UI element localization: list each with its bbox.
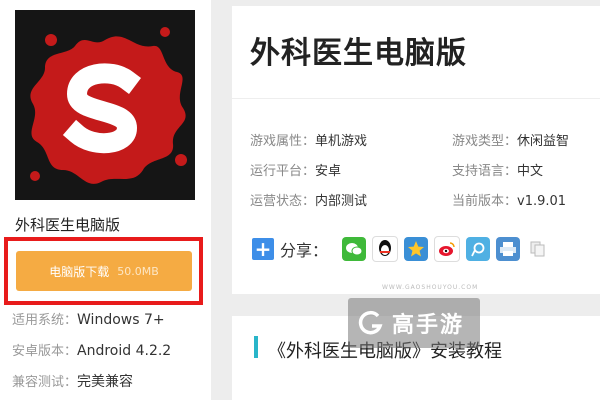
spec-row-system: 适用系统：Windows 7+ [12,309,165,328]
site-watermark: 高手游 [348,298,480,348]
spec-key: 安卓版本： [12,344,78,359]
attr-value: v1.9.01 [517,194,567,209]
attr-key: 当前版本： [452,194,518,209]
blood-splat-s-logo [15,10,195,200]
attr-value[interactable]: 休闲益智 [517,134,569,149]
attr-value: 内部测试 [315,194,368,209]
qq-icon[interactable] [372,236,399,262]
attr-value: 安卓 [315,164,342,179]
spec-row-android: 安卓版本：Android 4.2.2 [12,340,171,359]
attr-key: 游戏类型： [452,134,518,149]
attr-value: 中文 [517,164,544,179]
weibo-icon[interactable] [434,236,461,262]
app-name: 外科医生电脑版 [15,216,121,234]
attr-version: 当前版本：v1.9.01 [452,190,566,209]
qzone-star-icon[interactable] [404,237,429,261]
divider [232,98,600,99]
section-accent-bar [254,336,258,358]
page-title: 外科医生电脑版 [250,36,467,71]
print-icon[interactable] [496,237,521,261]
download-size: 50.0MB [117,264,159,278]
download-label: 电脑版下载 [49,264,110,279]
attr-game-type: 游戏类型：休闲益智 [452,130,569,149]
attr-platform: 运行平台：安卓 [250,160,341,179]
app-icon[interactable] [15,10,195,200]
attr-game-property: 游戏属性：单机游戏 [250,130,367,149]
download-highlight-frame: 电脑版下载 50.0MB [4,237,203,305]
attr-value[interactable]: 单机游戏 [315,134,367,149]
spec-row-compat: 兼容测试：完美兼容 [12,371,133,391]
watermark-url: WWW.GAOSHOUYOU.COM [382,284,479,291]
game-info-card: 外科医生电脑版 游戏属性：单机游戏 游戏类型：休闲益智 运行平台：安卓 支持语言… [232,6,600,294]
spec-value: 完美兼容 [77,374,134,390]
share-bar: + 分享： [252,236,551,262]
plus-icon[interactable]: + [252,238,274,260]
download-button[interactable]: 电脑版下载 50.0MB [16,251,192,291]
copy-icon[interactable] [526,237,551,261]
spec-value: Windows 7+ [77,312,165,328]
attr-status: 运营状态：内部测试 [250,190,367,209]
spec-value: Android 4.2.2 [77,343,172,359]
g-logo-icon [358,310,383,335]
attr-key: 运营状态： [250,194,316,209]
attr-language: 支持语言：中文 [452,160,543,179]
spec-key: 适用系统： [12,313,78,328]
attr-key: 运行平台： [250,164,316,179]
share-label: 分享： [280,241,329,260]
wechat-icon[interactable] [342,237,367,261]
attr-key: 游戏属性： [250,134,316,149]
watermark-text: 高手游 [392,313,465,338]
tencent-weibo-icon[interactable] [466,237,491,261]
spec-key: 兼容测试： [12,375,78,390]
app-sidebar: 外科医生电脑版 电脑版下载 50.0MB 适用系统：Windows 7+ 安卓版… [0,0,211,400]
attr-key: 支持语言： [452,164,518,179]
